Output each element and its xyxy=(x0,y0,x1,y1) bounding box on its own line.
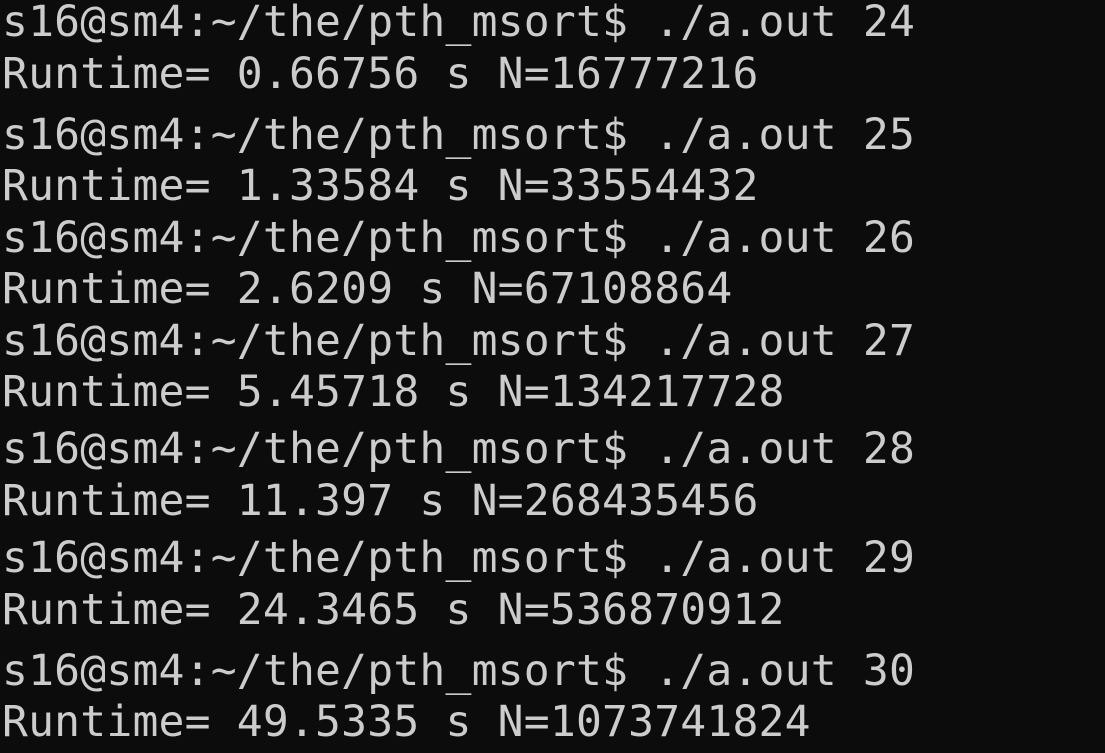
output-line: Runtime= 11.397 s N=268435456 xyxy=(2,476,759,526)
prompt-line: s16@sm4:~/the/pth_msort$ ./a.out 26 xyxy=(2,213,916,263)
output-line: Runtime= 5.45718 s N=134217728 xyxy=(2,367,785,417)
prompt-line: s16@sm4:~/the/pth_msort$ ./a.out 29 xyxy=(2,533,916,583)
output-line: Runtime= 0.66756 s N=16777216 xyxy=(2,49,759,99)
prompt-line: s16@sm4:~/the/pth_msort$ ./a.out 25 xyxy=(2,110,916,160)
output-line: Runtime= 1.33584 s N=33554432 xyxy=(2,161,759,211)
terminal-window[interactable]: s16@sm4:~/the/pth_msort$ ./a.out 24 Runt… xyxy=(0,0,1105,753)
prompt-line: s16@sm4:~/the/pth_msort$ ./a.out 28 xyxy=(2,424,916,474)
prompt-line: s16@sm4:~/the/pth_msort$ ./a.out 27 xyxy=(2,316,916,366)
output-line: Runtime= 2.6209 s N=67108864 xyxy=(2,264,733,314)
output-line: Runtime= 24.3465 s N=536870912 xyxy=(2,585,785,635)
prompt-line: s16@sm4:~/the/pth_msort$ ./a.out 24 xyxy=(2,0,916,47)
output-line: Runtime= 49.5335 s N=1073741824 xyxy=(2,697,811,747)
prompt-line: s16@sm4:~/the/pth_msort$ ./a.out 30 xyxy=(2,646,916,696)
